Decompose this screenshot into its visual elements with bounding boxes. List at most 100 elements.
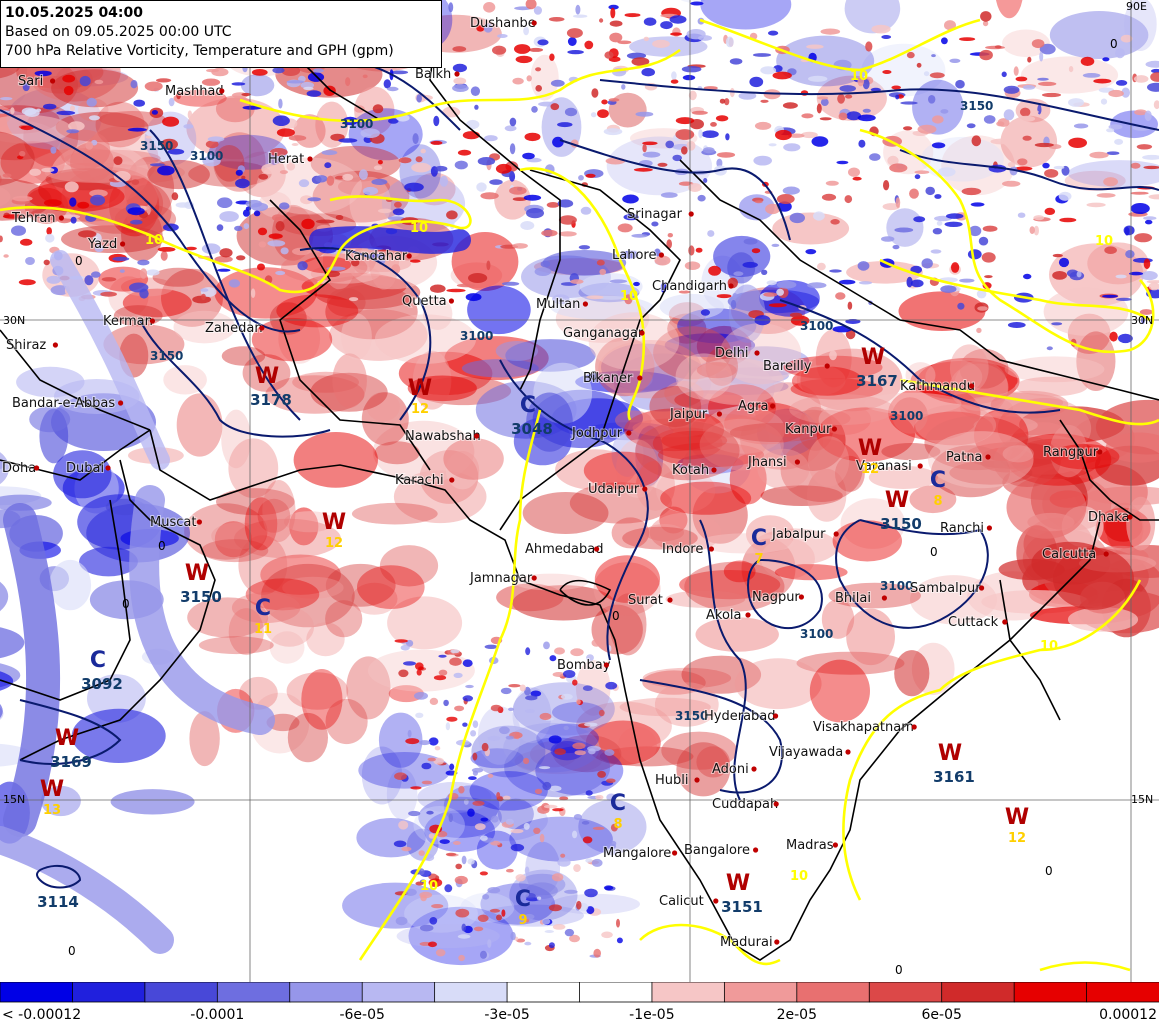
temp-contour-10 (1039, 961, 1131, 972)
city-nawabshah: Nawabshah (404, 428, 482, 445)
city-dot (531, 575, 537, 581)
city-dot (751, 766, 757, 772)
city-dot (688, 211, 694, 217)
svg-text:Delhi: Delhi (715, 346, 748, 361)
center-gph: 3161 (933, 768, 975, 786)
weather-map: 30N 30N 15N 15N 90E 3100 3150 3100 3150 3100 3100 3… (0, 0, 1159, 982)
gph-contour-label: 3100 (880, 579, 913, 593)
gph-contour-label: 3150 (150, 349, 183, 363)
warm-center: W13 (40, 777, 64, 818)
city-dot (713, 898, 719, 904)
svg-text:Bombay: Bombay (557, 658, 611, 673)
zero-label: 0 (68, 944, 76, 958)
city-dot (118, 400, 124, 406)
warm-center: W12 (408, 376, 432, 417)
temp-contour-label: 10 (145, 233, 163, 248)
city-udaipur: Udaipur (587, 481, 648, 498)
svg-text:Balkh: Balkh (415, 67, 451, 82)
warm-center: W 3161 (933, 741, 975, 786)
city-dot (1097, 449, 1103, 455)
svg-text:Shiraz: Shiraz (6, 338, 46, 353)
svg-text:Hubli: Hubli (655, 773, 689, 788)
center-temp: 7 (754, 552, 763, 567)
svg-text:Kerman: Kerman (103, 314, 153, 329)
city-dot (833, 531, 839, 537)
colorbar-label: -0.0001 (190, 1007, 244, 1023)
city-dot (449, 477, 455, 483)
city-shiraz: Shiraz (5, 337, 59, 354)
city-chandigarh: Chandigarh (651, 278, 734, 295)
center-letter: W (408, 376, 432, 401)
svg-text:Jhansi: Jhansi (747, 455, 787, 470)
svg-text:Nawabshah: Nawabshah (405, 429, 481, 444)
gph-contour-label: 3100 (190, 149, 223, 163)
svg-text:Sambalpur: Sambalpur (910, 581, 981, 596)
city-dot (120, 241, 126, 247)
colorbar-swatch (941, 982, 1016, 1003)
center-gph: 3048 (511, 420, 553, 438)
svg-text:Rangpur: Rangpur (1043, 445, 1099, 460)
vorticity-field (0, 0, 1159, 966)
center-gph: 3150 (880, 515, 922, 533)
city-quetta: Quetta (401, 293, 454, 310)
warm-center: W12 (322, 510, 346, 551)
city-visakhapatnam: Visakhapatnam (812, 719, 917, 736)
city-dot (448, 298, 454, 304)
svg-text:Madurai: Madurai (720, 935, 773, 950)
center-gph: 3151 (721, 898, 763, 916)
temp-contour-label: 10 (1095, 234, 1113, 249)
city-sambalpur: Sambalpur (909, 580, 985, 597)
city-mashhad: Mashhad (164, 83, 225, 100)
city-dot (770, 403, 776, 409)
temp-contour-label: 10 (420, 879, 438, 894)
svg-text:Tehran: Tehran (11, 211, 56, 226)
svg-text:Bareilly: Bareilly (763, 359, 812, 374)
zero-label: 0 (612, 609, 620, 623)
colorbar-swatches (0, 982, 1159, 1003)
svg-text:Visakhapatnam: Visakhapatnam (813, 720, 914, 735)
svg-text:Ranchi: Ranchi (940, 521, 984, 536)
svg-text:Lahore: Lahore (612, 248, 656, 263)
city-dot (50, 78, 56, 84)
city-nagpur: Nagpur (751, 589, 805, 606)
center-temp: 13 (43, 803, 61, 818)
svg-text:Bangalore: Bangalore (684, 843, 750, 858)
svg-text:Dubai: Dubai (66, 461, 104, 476)
city-dot (716, 411, 723, 417)
svg-text:Ahmedabad: Ahmedabad (525, 542, 603, 557)
center-letter: W (726, 871, 750, 896)
city-dot (672, 850, 678, 856)
gph-contour-label: 3150 (960, 99, 993, 113)
city-jamnagar: Jamnagar (468, 570, 537, 587)
svg-text:Dushanbe: Dushanbe (470, 16, 536, 31)
svg-text:Chandigarh: Chandigarh (652, 279, 727, 294)
center-temp: 12 (411, 402, 429, 417)
svg-text:Patna: Patna (946, 450, 983, 465)
city-dot (985, 454, 991, 460)
city-ranchi: Ranchi (939, 520, 993, 537)
temp-contour-label: 10 (1040, 639, 1058, 654)
center-letter: W (322, 510, 346, 535)
colorbar-labels: < -0.00012 -0.0001 -6e-05 -3e-05 -1e-05 2e-05… (2, 1007, 1157, 1023)
zero-label: 0 (122, 597, 130, 611)
city-dot (603, 662, 610, 668)
colorbar: < -0.00012 -0.0001 -6e-05 -3e-05 -1e-05 2e-05… (0, 982, 1159, 1023)
city-dot (307, 156, 313, 162)
city-dot (845, 749, 851, 755)
svg-text:Udaipur: Udaipur (588, 482, 640, 497)
colorbar-swatch (723, 982, 798, 1003)
gph-contour-label: 3100 (340, 117, 373, 131)
city-dot (34, 465, 40, 471)
svg-text:Multan: Multan (536, 297, 580, 312)
center-letter: C (610, 791, 626, 816)
colorbar-swatch (289, 982, 364, 1003)
city-multan: Multan (535, 296, 589, 313)
center-letter: W (858, 436, 882, 461)
city-srinagar: Srinagar (626, 206, 694, 223)
lat-label-15n-right: 15N (1131, 793, 1153, 806)
colorbar-swatch (0, 982, 74, 1003)
svg-text:Bhilai: Bhilai (835, 591, 871, 606)
center-letter: W (40, 777, 64, 802)
city-dot (773, 713, 779, 719)
colorbar-label: 6e-05 (922, 1007, 962, 1023)
